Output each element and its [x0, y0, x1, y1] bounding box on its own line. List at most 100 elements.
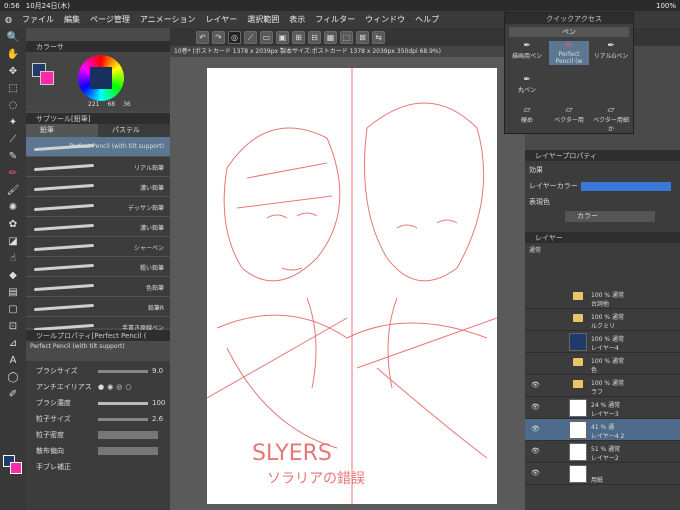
quick-item-vector-fine[interactable]: ▱ ベクター用細か — [591, 105, 631, 133]
eyedropper-icon[interactable]: ⟋ — [4, 133, 22, 147]
eye-icon[interactable]: 👁 — [531, 381, 540, 390]
tab-pencil[interactable]: 鉛筆 — [26, 124, 98, 137]
quick-item-vector[interactable]: ▱ ベクター用 — [549, 105, 589, 124]
property-particle-size[interactable]: 粒子サイズ 2.6 — [26, 413, 170, 425]
hand-icon[interactable]: ✋ — [4, 48, 22, 62]
menu-filter[interactable]: フィルター — [310, 14, 360, 25]
layer-row[interactable]: 👁 51 % 通常 レイヤー2 — [525, 441, 680, 463]
balloon-icon[interactable]: ◯ — [4, 371, 22, 385]
layer-thumbnail — [569, 465, 587, 483]
property-particle-density[interactable]: 粒子密度 — [26, 429, 170, 441]
menu-help[interactable]: ヘルプ — [410, 14, 444, 25]
tab-pastel[interactable]: パステル — [98, 124, 170, 137]
menu-animation[interactable]: アニメーション — [135, 14, 201, 25]
property-scatter[interactable]: 散布偏向 — [26, 445, 170, 457]
document-tab[interactable]: 10巻* (ポストカード 1378 x 2039px 製本サイズ:ポストカード … — [170, 46, 525, 57]
menu-page[interactable]: ページ管理 — [85, 14, 135, 25]
select-icon[interactable]: ⬚ — [4, 82, 22, 96]
undo-icon[interactable]: ↶ — [196, 30, 209, 44]
canvas-paper[interactable]: SLYERS ソラリアの錯誤 — [206, 68, 498, 504]
bucket-icon[interactable]: ◆ — [4, 269, 22, 283]
quick-item-perfect-pencil[interactable]: ✏ Perfect Pencil (w — [549, 41, 589, 65]
folder-icon — [573, 358, 583, 366]
figure-icon[interactable]: ▢ — [4, 303, 22, 317]
ruler-tool-icon[interactable]: ⊿ — [4, 337, 22, 351]
flip-icon[interactable]: ⇆ — [372, 30, 385, 44]
layer-row-selected[interactable]: 👁 41 % 通レイヤー4 2 — [525, 419, 680, 441]
transform-icon[interactable]: ⟋ — [244, 30, 257, 44]
zoom-icon[interactable]: 🔍 — [4, 31, 22, 45]
move-icon[interactable]: ✥ — [4, 65, 22, 79]
eraser-icon: ▱ — [607, 105, 615, 115]
menu-layer[interactable]: レイヤー — [201, 14, 243, 25]
brush-item[interactable]: 濃い鉛筆 — [26, 217, 170, 237]
blend-mode-select[interactable]: 通常 — [525, 243, 680, 257]
frame-icon[interactable]: ⊡ — [4, 320, 22, 334]
quick-item-round-pen[interactable]: ✒ 丸ペン — [507, 75, 547, 94]
sub-color-swatch[interactable] — [10, 462, 22, 474]
layer-row[interactable]: 100 % 通常色 — [525, 353, 680, 375]
eraser-icon[interactable]: ◪ — [4, 235, 22, 249]
pencil-icon[interactable]: ✏ — [4, 167, 22, 181]
menu-edit[interactable]: 編集 — [59, 14, 85, 25]
layer-row[interactable]: 👁 用紙 — [525, 463, 680, 485]
layer-row[interactable]: 100 % 通常 ルクミリ — [525, 309, 680, 331]
layer-row[interactable]: 100 % 通常 レイヤー4 — [525, 331, 680, 353]
expression-select[interactable]: カラー — [565, 211, 655, 222]
brush-icon[interactable]: 🖌 — [4, 184, 22, 198]
quick-item-hard[interactable]: ▱ 硬め — [507, 105, 547, 124]
eye-icon[interactable]: 👁 — [531, 403, 540, 412]
quick-item-drawing-pen[interactable]: ✒ 描画用ペン — [507, 41, 547, 60]
clear-icon[interactable]: ▭ — [260, 30, 273, 44]
fill-icon[interactable]: ▣ — [276, 30, 289, 44]
text-icon[interactable]: A — [4, 354, 22, 368]
brush-item[interactable]: シャーペン — [26, 237, 170, 257]
eye-icon[interactable]: 👁 — [531, 447, 540, 456]
wand-icon[interactable]: ✦ — [4, 116, 22, 130]
brush-item[interactable]: デッサン鉛筆 — [26, 197, 170, 217]
brush-item[interactable]: 色鉛筆 — [26, 277, 170, 297]
lasso-tool-icon[interactable]: ◌ — [4, 99, 22, 113]
layer-row[interactable]: 👁 24 % 通常 レイヤー3 — [525, 397, 680, 419]
app-icon[interactable]: ◍ — [0, 15, 17, 24]
brush-item[interactable]: 濃い鉛筆 — [26, 177, 170, 197]
brush-item[interactable]: Perfect Pencil (with tilt support) — [26, 137, 170, 157]
menu-view[interactable]: 表示 — [284, 14, 310, 25]
property-density[interactable]: ブラシ濃度 100 — [26, 397, 170, 409]
correct-line-icon[interactable]: ✐ — [4, 388, 22, 402]
gradient-icon[interactable]: ▤ — [4, 286, 22, 300]
redo-icon[interactable]: ↷ — [212, 30, 225, 44]
layer-row[interactable]: 100 % 通常 台詞他 — [525, 287, 680, 309]
sub-color-preview[interactable] — [40, 71, 54, 85]
brush-item[interactable]: 鉛筆R — [26, 297, 170, 317]
layer-panel: レイヤー 通常 100 % 通常 台詞他 100 % 通常 ルクミリ 100 % 通… — [525, 232, 680, 510]
quick-access-category[interactable]: ペン — [509, 27, 629, 37]
color-square[interactable] — [90, 67, 112, 89]
menu-file[interactable]: ファイル — [17, 14, 59, 25]
selection-icon[interactable]: ⬚ — [340, 30, 353, 44]
property-stabilization[interactable]: 手ブレ補正 — [26, 461, 170, 473]
brush-item[interactable]: 粗い鉛筆 — [26, 257, 170, 277]
grid-icon[interactable]: ▦ — [324, 30, 337, 44]
layer-color-swatch[interactable] — [581, 181, 671, 191]
decoration-icon[interactable]: ✿ — [4, 218, 22, 232]
property-antialias[interactable]: アンチエイリアス ●◉◎○ — [26, 381, 170, 393]
color-wheel[interactable] — [78, 55, 124, 101]
snap-icon[interactable]: ⊞ — [292, 30, 305, 44]
quick-item-real-g-pen[interactable]: ✒ リアルGペン — [591, 41, 631, 60]
lasso-icon[interactable]: ◎ — [228, 30, 241, 44]
eye-icon[interactable]: 👁 — [531, 469, 540, 478]
brush-item[interactable]: リアル鉛筆 — [26, 157, 170, 177]
crop-icon[interactable]: ⊠ — [356, 30, 369, 44]
menu-selection[interactable]: 選択範囲 — [242, 14, 284, 25]
layer-row[interactable]: 👁 100 % 通常 ラフ — [525, 375, 680, 397]
pen-icon[interactable]: ✎ — [4, 150, 22, 164]
ruler-icon[interactable]: ⊟ — [308, 30, 321, 44]
blend-icon[interactable]: ☝ — [4, 252, 22, 266]
menu-window[interactable]: ウィンドウ — [360, 14, 410, 25]
layer-property-panel: レイヤープロパティ 効果 レイヤーカラー 表現色 カラー — [525, 150, 680, 232]
pencil-icon: ✏ — [565, 41, 573, 51]
eye-icon[interactable]: 👁 — [531, 425, 540, 434]
property-brush-size[interactable]: ブラシサイズ 9.0 — [26, 365, 170, 377]
airbrush-icon[interactable]: ✺ — [4, 201, 22, 215]
